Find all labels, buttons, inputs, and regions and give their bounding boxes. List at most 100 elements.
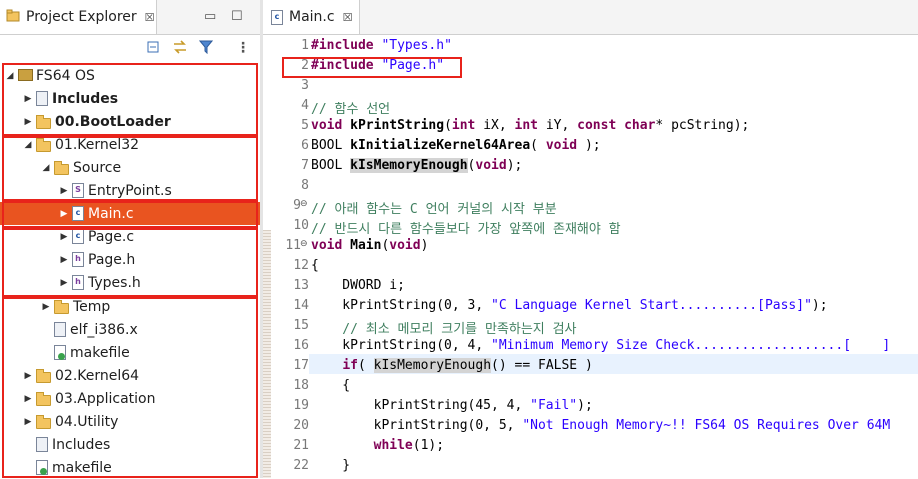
line-number: 14 xyxy=(293,298,309,313)
tree-item-03-application[interactable]: ▶ 03.Application xyxy=(0,387,260,410)
line-number: 4 xyxy=(301,98,309,113)
c-file-icon: c xyxy=(271,9,283,25)
line-number: 17 xyxy=(293,358,309,373)
tree-item-main-c[interactable]: ▶ c Main.c xyxy=(0,202,260,225)
code-line: DWORD i; xyxy=(311,278,405,293)
line-number: 22 xyxy=(293,458,309,473)
close-tab-icon[interactable]: ☒ xyxy=(343,11,353,24)
collapse-arrow-icon[interactable]: ▶ xyxy=(58,186,70,196)
collapse-arrow-icon[interactable]: ▶ xyxy=(22,417,34,427)
code-line: if( kIsMemoryEnough() == FALSE ) xyxy=(342,358,593,373)
tree-item-page-h[interactable]: ▶ h Page.h xyxy=(0,248,260,271)
fold-toggle-icon[interactable]: ⊖ xyxy=(300,199,308,209)
tree-item-00-bootloader[interactable]: ▶ 00.BootLoader xyxy=(0,110,260,133)
explorer-tab-bar: Project Explorer ☒ ▭ ☐ xyxy=(0,0,260,35)
text-file-icon xyxy=(54,322,66,337)
project-tree: ◢ FS64 OS ▶ Includes ▶ 00.BootLoader ◢ 0… xyxy=(0,64,260,478)
folder-icon xyxy=(54,160,69,175)
expand-arrow-icon[interactable]: ◢ xyxy=(40,163,52,173)
project-explorer-panel: Project Explorer ☒ ▭ ☐ ⋮ ◢ FS64 OS ▶ Inc… xyxy=(0,0,260,478)
line-number: 20 xyxy=(293,418,309,433)
minimize-icon[interactable]: ▭ xyxy=(204,9,216,24)
tree-item-elf-i386-x[interactable]: elf_i386.x xyxy=(0,318,260,341)
view-menu-icon[interactable]: ⋮ xyxy=(236,40,250,56)
code-comment: // 최소 메모리 크기를 만족하는지 검사 xyxy=(311,322,577,337)
tab-label: Project Explorer xyxy=(26,9,137,25)
line-number: 2 xyxy=(301,58,309,73)
tree-item-includes[interactable]: ▶ Includes xyxy=(0,87,260,110)
tree-item-root-makefile[interactable]: makefile xyxy=(0,456,260,479)
code-comment: // 함수 선언 xyxy=(311,102,391,117)
code-line: { xyxy=(311,258,319,273)
code-line: kPrintString(0, 3, "C Language Kernel St… xyxy=(311,298,828,313)
tree-item-temp[interactable]: ▶ Temp xyxy=(0,295,260,318)
line-number: 11 xyxy=(285,238,301,253)
tab-label: Main.c xyxy=(289,9,335,25)
includes-icon xyxy=(36,91,48,106)
h-file-icon: h xyxy=(72,252,84,267)
tree-item-02-kernel64[interactable]: ▶ 02.Kernel64 xyxy=(0,364,260,387)
close-tab-icon[interactable]: ☒ xyxy=(145,11,155,24)
maximize-icon[interactable]: ☐ xyxy=(231,9,243,24)
collapse-arrow-icon[interactable]: ▶ xyxy=(22,371,34,381)
tree-item-01-kernel32[interactable]: ◢ 01.Kernel32 xyxy=(0,133,260,156)
code-line: kPrintString(0, 4, "Minimum Memory Size … xyxy=(311,338,891,353)
line-number: 13 xyxy=(293,278,309,293)
folder-icon xyxy=(36,368,51,383)
line-number: 16 xyxy=(293,338,309,353)
code-line: BOOL kIsMemoryEnough(void); xyxy=(311,158,523,173)
tree-item-page-c[interactable]: ▶ c Page.c xyxy=(0,225,260,248)
line-number: 6 xyxy=(301,138,309,153)
line-number: 5 xyxy=(301,118,309,133)
tree-item-fs64-os[interactable]: ◢ FS64 OS xyxy=(0,64,260,87)
editor-tab-bar: c Main.c ☒ xyxy=(263,0,918,35)
h-file-icon: h xyxy=(72,275,84,290)
code-line: #include "Page.h" xyxy=(311,58,445,73)
text-file-icon xyxy=(36,437,48,452)
change-ruler xyxy=(263,230,271,478)
project-icon xyxy=(18,68,33,83)
tab-main-c[interactable]: c Main.c ☒ xyxy=(263,0,360,34)
code-line: BOOL kInitializeKernel64Area( void ); xyxy=(311,138,601,153)
line-number: 19 xyxy=(293,398,309,413)
collapse-arrow-icon[interactable]: ▶ xyxy=(40,302,52,312)
fold-toggle-icon[interactable]: ⊖ xyxy=(300,239,308,249)
tree-item-includes-file[interactable]: Includes xyxy=(0,433,260,456)
expand-arrow-icon[interactable]: ◢ xyxy=(4,71,16,81)
code-editor: c Main.c ☒ 1 #include "Types.h" 2 #inclu… xyxy=(263,0,918,478)
collapse-arrow-icon[interactable]: ▶ xyxy=(58,255,70,265)
tree-item-makefile[interactable]: makefile xyxy=(0,341,260,364)
expand-arrow-icon[interactable]: ◢ xyxy=(22,140,34,150)
collapse-arrow-icon[interactable]: ▶ xyxy=(58,278,70,288)
collapse-arrow-icon[interactable]: ▶ xyxy=(58,232,70,242)
tree-item-source[interactable]: ◢ Source xyxy=(0,156,260,179)
line-number: 12 xyxy=(293,258,309,273)
folder-icon xyxy=(36,114,51,129)
line-number: 15 xyxy=(293,318,309,333)
makefile-icon xyxy=(36,460,48,475)
link-with-editor-icon[interactable] xyxy=(172,40,188,58)
code-line: void Main(void) xyxy=(311,238,429,253)
c-file-icon: c xyxy=(72,206,84,221)
tab-project-explorer[interactable]: Project Explorer ☒ xyxy=(0,0,157,34)
c-file-icon: c xyxy=(72,229,84,244)
folder-icon xyxy=(36,137,51,152)
code-line: { xyxy=(311,378,351,393)
line-number: 18 xyxy=(293,378,309,393)
tree-item-types-h[interactable]: ▶ h Types.h xyxy=(0,271,260,294)
collapse-all-icon[interactable] xyxy=(146,40,160,58)
filter-icon[interactable] xyxy=(198,40,214,58)
collapse-arrow-icon[interactable]: ▶ xyxy=(58,209,70,219)
tree-item-04-utility[interactable]: ▶ 04.Utility xyxy=(0,410,260,433)
code-line: } xyxy=(311,458,351,473)
code-line: void kPrintString(int iX, int iY, const … xyxy=(311,118,750,133)
line-number: 9 xyxy=(293,198,301,213)
code-line: kPrintString(0, 5, "Not Enough Memory~!!… xyxy=(311,418,891,433)
collapse-arrow-icon[interactable]: ▶ xyxy=(22,394,34,404)
collapse-arrow-icon[interactable]: ▶ xyxy=(22,94,34,104)
folder-icon xyxy=(54,299,69,314)
makefile-icon xyxy=(54,345,66,360)
tree-item-entrypoint-s[interactable]: ▶ S EntryPoint.s xyxy=(0,179,260,202)
collapse-arrow-icon[interactable]: ▶ xyxy=(22,117,34,127)
code-line: kPrintString(45, 4, "Fail"); xyxy=(311,398,593,413)
